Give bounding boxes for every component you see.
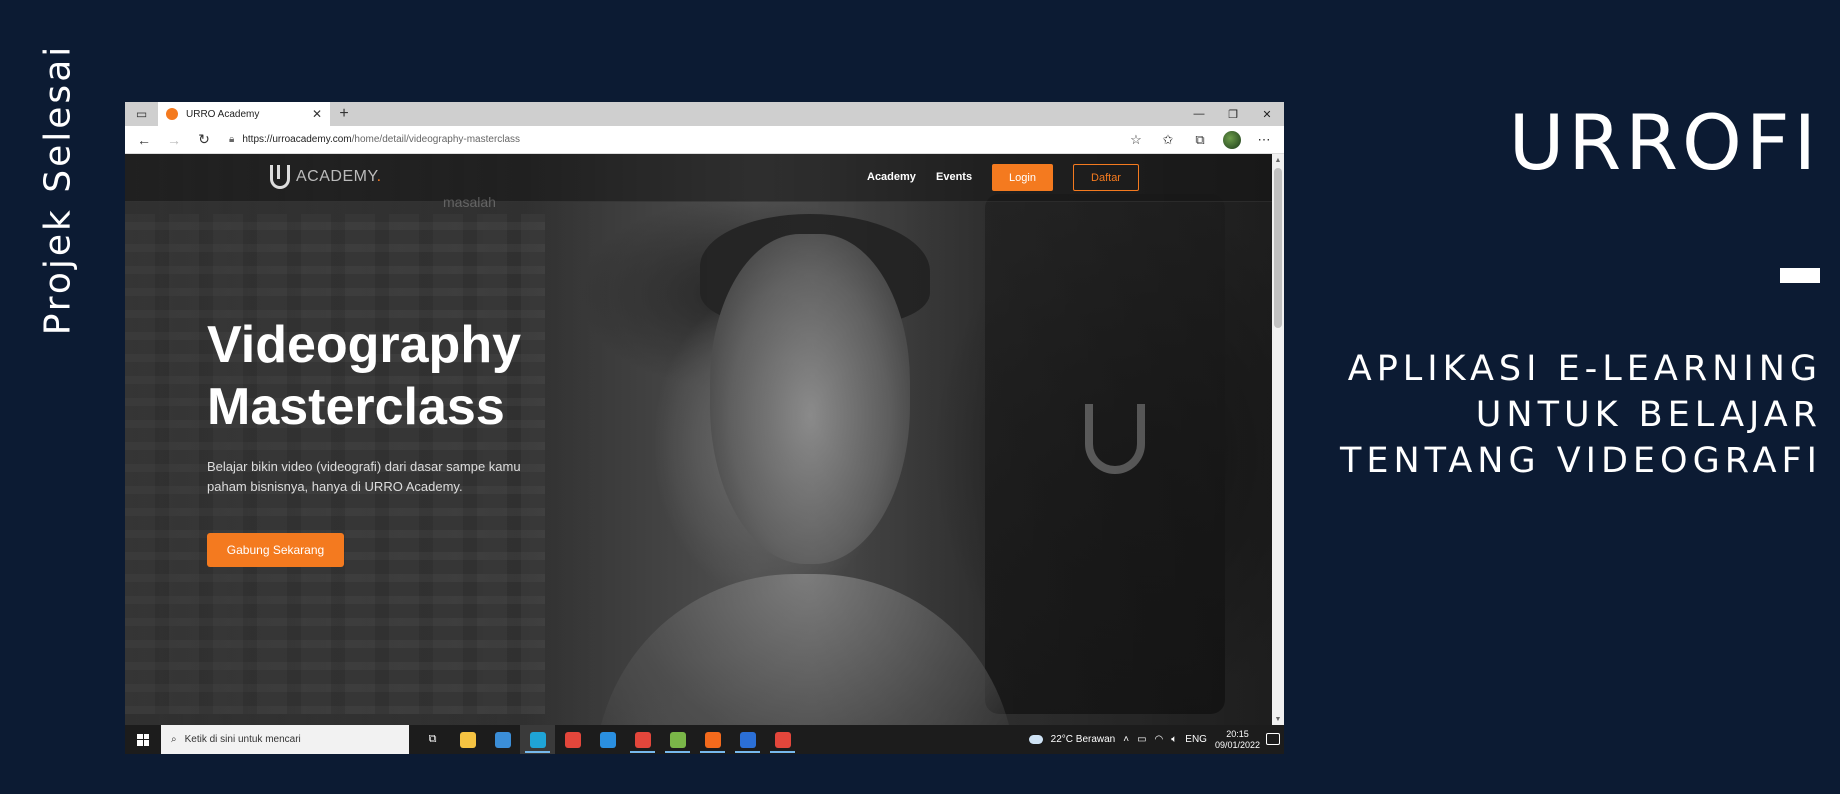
close-window-icon[interactable]: ✕ (1250, 102, 1284, 126)
logo-text: ACADEMY (296, 168, 377, 185)
tab-title: URRO Academy (186, 108, 260, 120)
restore-icon[interactable]: ❐ (1216, 102, 1250, 126)
chrome-profile-icon[interactable] (625, 725, 660, 754)
chevron-up-icon[interactable]: ˄ (1123, 734, 1129, 745)
start-button[interactable] (125, 725, 161, 754)
scroll-up-icon[interactable]: ▲ (1272, 154, 1284, 166)
hero-title-line: Masterclass (207, 378, 505, 436)
chrome-profile-2-icon[interactable] (765, 725, 800, 754)
tab-bar: ▭ URRO Academy ✕ + — ❐ ✕ (125, 102, 1284, 126)
taskbar: ⌕ Ketik di sini untuk mencari ⧉ 22°C Ber… (125, 725, 1284, 754)
windows-icon (137, 733, 149, 746)
address-bar: ← → ↻ 🔒︎ https://urroacademy.com/home/de… (125, 126, 1284, 154)
favicon-icon (166, 108, 178, 120)
battery-icon[interactable]: ▭ (1137, 734, 1146, 745)
cloud-icon[interactable] (1028, 735, 1043, 744)
browser-tab[interactable]: URRO Academy ✕ (158, 102, 330, 126)
tab-actions-icon[interactable]: ▭ (125, 102, 158, 126)
edge-icon[interactable] (520, 725, 555, 754)
scroll-thumb[interactable] (1274, 168, 1282, 328)
page-scrollbar[interactable]: ▲ ▼ (1272, 154, 1284, 725)
nav-link-events[interactable]: Events (936, 171, 972, 183)
site-logo[interactable]: ACADEMY. (270, 165, 382, 189)
logo-icon (270, 165, 290, 189)
collections-icon[interactable]: ⧉ (1186, 129, 1214, 151)
side-label-text: Projek Selesai (37, 43, 79, 335)
taskbar-apps: ⧉ (415, 725, 800, 754)
tagline-line: APLIKASI E-LEARNING (1347, 349, 1822, 389)
site-navbar: ACADEMY. Academy Events Login Daftar (125, 154, 1272, 202)
profile-avatar[interactable] (1218, 129, 1246, 151)
notification-icon[interactable] (1266, 733, 1280, 745)
page-viewport: ACADEMY. Academy Events Login Daftar mas… (125, 154, 1272, 725)
system-tray: 22°C Berawan ˄ ▭ ◠ 🔈︎ ENG 20:15 09/01/20… (1028, 725, 1260, 754)
browser-window: ▭ URRO Academy ✕ + — ❐ ✕ ← → ↻ 🔒︎ https:… (125, 102, 1284, 754)
mail-icon[interactable] (485, 725, 520, 754)
more-icon[interactable]: ⋯ (1250, 129, 1278, 151)
hero-watermark: masalah (443, 194, 496, 210)
join-button[interactable]: Gabung Sekarang (207, 533, 344, 567)
clock-date: 09/01/2022 (1214, 739, 1260, 750)
hero-description: Belajar bikin video (videografi) dari da… (207, 459, 521, 494)
logo-dot: . (376, 168, 382, 185)
side-label: Projek Selesai (36, 43, 80, 335)
hero-title-line: Videography (207, 316, 522, 374)
url-path: /home/detail/videography-masterclass (351, 134, 521, 145)
scroll-down-icon[interactable]: ▼ (1272, 713, 1284, 725)
clock-time: 20:15 (1226, 728, 1249, 739)
file-explorer-icon[interactable] (450, 725, 485, 754)
clock[interactable]: 20:15 09/01/2022 (1215, 729, 1260, 751)
brand-divider (1780, 268, 1820, 283)
url-host: https://urroacademy.com (242, 134, 352, 145)
add-favorite-icon[interactable]: ☆ (1122, 129, 1150, 151)
login-button[interactable]: Login (992, 164, 1053, 191)
register-button[interactable]: Daftar (1073, 164, 1139, 191)
chrome-icon[interactable] (555, 725, 590, 754)
new-tab-button[interactable]: + (330, 102, 358, 126)
minimize-icon[interactable]: — (1182, 102, 1216, 126)
xampp-icon[interactable] (695, 725, 730, 754)
brand-title: URROFI (1508, 98, 1820, 187)
vscode-icon[interactable] (590, 725, 625, 754)
tagline-line: TENTANG VIDEOGRAFI (1339, 441, 1822, 481)
weather-text[interactable]: 22°C Berawan (1051, 734, 1116, 745)
notepad-plus-icon[interactable] (660, 725, 695, 754)
hero-overlay (125, 154, 1272, 725)
maps-icon[interactable] (730, 725, 765, 754)
refresh-icon[interactable]: ↻ (191, 129, 217, 151)
close-tab-icon[interactable]: ✕ (312, 107, 322, 121)
back-icon[interactable]: ← (131, 129, 157, 151)
wifi-icon[interactable]: ◠ (1155, 734, 1164, 745)
url-input[interactable]: 🔒︎ https://urroacademy.com/home/detail/v… (221, 129, 1118, 151)
tagline-line: UNTUK BELAJAR (1475, 395, 1822, 435)
volume-icon[interactable]: 🔈︎ (1171, 734, 1177, 745)
taskbar-search[interactable]: ⌕ Ketik di sini untuk mencari (161, 725, 409, 754)
lock-icon: 🔒︎ (229, 134, 235, 145)
language-indicator[interactable]: ENG (1185, 734, 1207, 745)
nav-link-academy[interactable]: Academy (867, 171, 916, 183)
hero-title: Videography Masterclass (207, 314, 567, 438)
task-view-icon[interactable]: ⧉ (415, 725, 450, 754)
forward-icon[interactable]: → (161, 129, 187, 151)
favorites-icon[interactable]: ✩ (1154, 129, 1182, 151)
window-controls: — ❐ ✕ (1182, 102, 1284, 126)
search-icon: ⌕ (171, 734, 177, 745)
search-placeholder: Ketik di sini untuk mencari (184, 734, 301, 745)
tagline: APLIKASI E-LEARNING UNTUK BELAJAR TENTAN… (1340, 346, 1822, 484)
